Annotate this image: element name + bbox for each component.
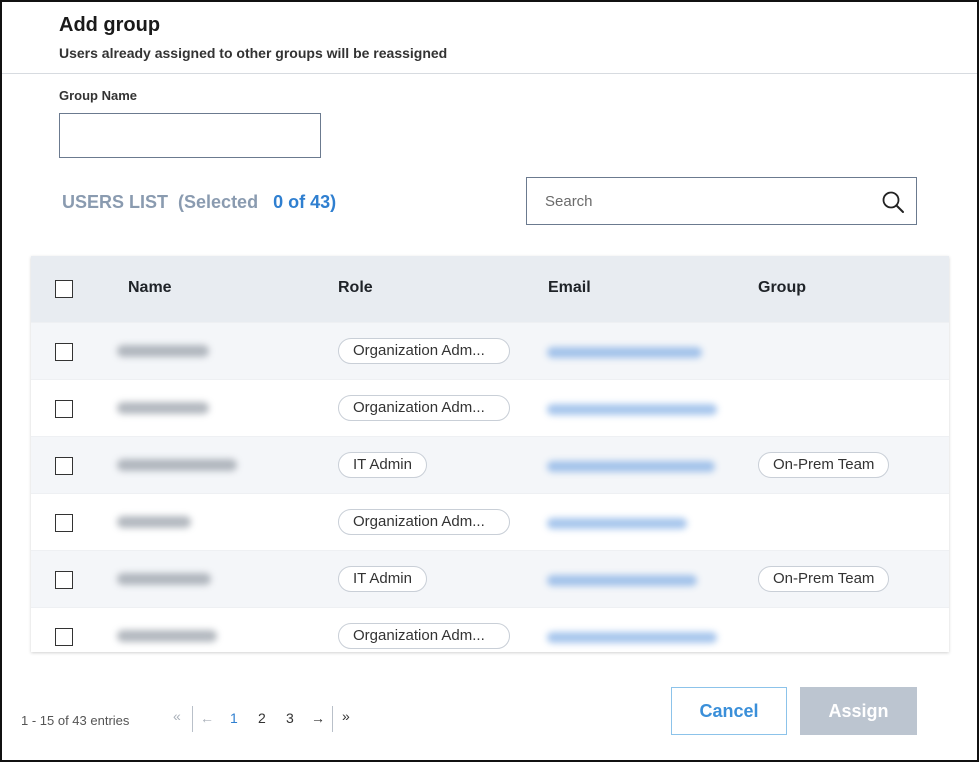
redacted-email [547,461,715,472]
role-badge: Organization Adm... [338,338,510,364]
redacted-email [547,632,717,643]
selected-prefix: (Selected [178,192,259,212]
redacted-name [117,345,209,357]
column-header-email[interactable]: Email [548,279,591,297]
redacted-name [117,402,209,414]
row-checkbox[interactable] [55,571,73,589]
page-link-3[interactable]: 3 [286,710,294,726]
first-page-icon[interactable]: « [173,708,181,724]
page-link-1[interactable]: 1 [230,710,238,726]
add-group-dialog: Add group Users already assigned to othe… [0,0,979,762]
redacted-email [547,518,687,529]
row-checkbox[interactable] [55,514,73,532]
selected-suffix: of 43) [288,192,337,212]
users-list-label: USERS LIST [62,192,169,212]
next-page-icon[interactable]: → [311,710,325,726]
role-badge: IT Admin [338,566,427,592]
users-table: Name Role Email Group Organization Adm..… [31,256,949,652]
users-list-heading: USERS LIST (Selected 0 of 43) [62,192,336,213]
redacted-email [547,404,717,415]
redacted-name [117,630,217,642]
search-icon[interactable] [880,189,906,215]
selected-count: 0 [273,192,284,212]
redacted-name [117,573,211,585]
group-badge: On-Prem Team [758,566,890,592]
role-badge: Organization Adm... [338,395,510,421]
pagination-info: 1 - 15 of 43 entries [21,713,130,728]
table-row: Organization Adm... [31,607,949,652]
redacted-name [117,516,191,528]
row-checkbox[interactable] [55,628,73,646]
assign-button[interactable]: Assign [800,687,917,735]
dialog-header: Add group Users already assigned to othe… [2,2,977,74]
row-checkbox[interactable] [55,457,73,475]
column-header-group[interactable]: Group [758,279,806,297]
group-name-input[interactable] [59,113,321,158]
search-input[interactable] [527,178,867,224]
dialog-title: Add group [59,14,161,36]
table-row: IT Admin On-Prem Team [31,550,949,608]
dialog-subtitle: Users already assigned to other groups w… [59,45,448,61]
group-badge: On-Prem Team [758,452,890,478]
redacted-name [117,459,237,471]
row-checkbox[interactable] [55,343,73,361]
table-row: IT Admin On-Prem Team [31,436,949,494]
search-box [526,177,917,225]
role-badge: Organization Adm... [338,623,510,649]
pagination-divider [332,706,333,732]
last-page-icon[interactable]: » [342,708,350,724]
select-all-checkbox[interactable] [55,280,73,298]
row-checkbox[interactable] [55,400,73,418]
redacted-email [547,575,697,586]
column-header-name[interactable]: Name [128,279,172,297]
role-badge: Organization Adm... [338,509,510,535]
group-name-label: Group Name [59,88,138,103]
prev-page-icon[interactable]: ← [200,710,214,726]
redacted-email [547,347,702,358]
role-badge: IT Admin [338,452,427,478]
table-row: Organization Adm... [31,322,949,380]
pagination-divider [192,706,193,732]
table-row: Organization Adm... [31,379,949,437]
page-link-2[interactable]: 2 [258,710,266,726]
table-header: Name Role Email Group [31,256,949,322]
cancel-button[interactable]: Cancel [671,687,787,735]
column-header-role[interactable]: Role [338,279,373,297]
table-row: Organization Adm... [31,493,949,551]
